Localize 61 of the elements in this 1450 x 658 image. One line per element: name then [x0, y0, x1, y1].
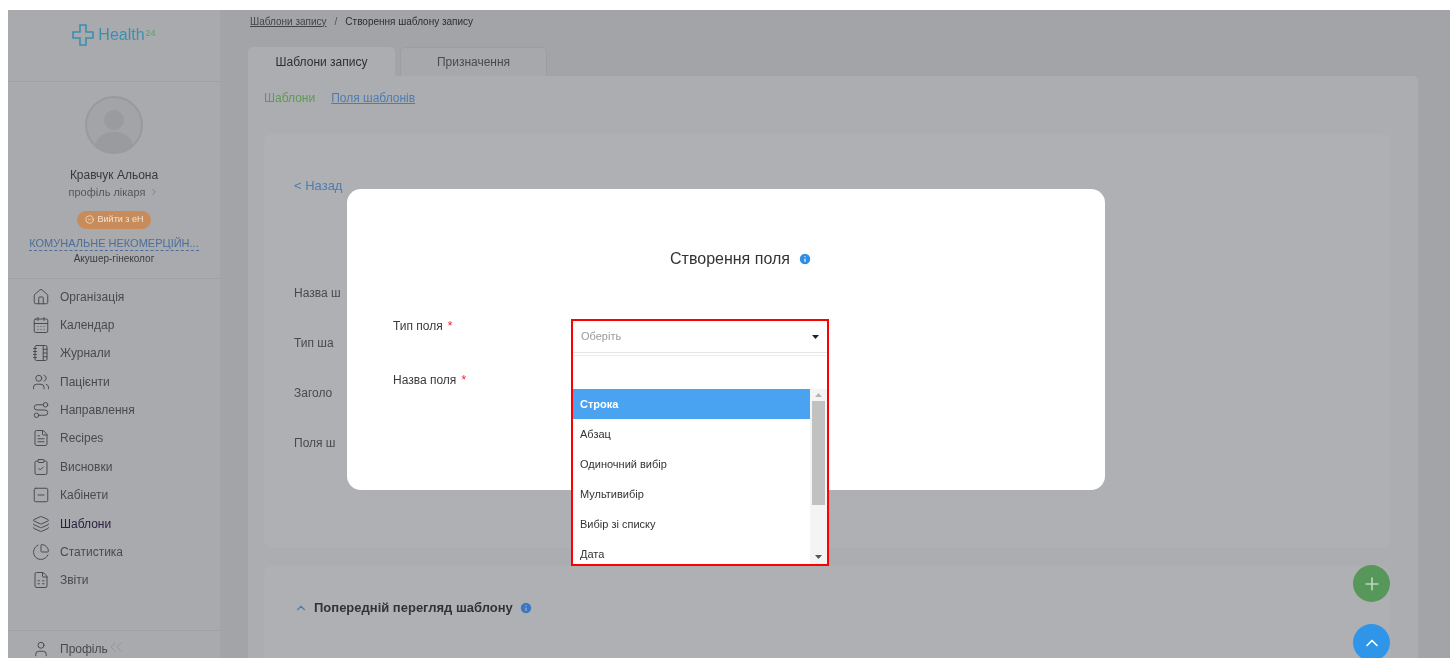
back-link[interactable]: < Назад — [294, 176, 343, 196]
required-mark: * — [461, 372, 467, 389]
dropdown-option[interactable]: Одиночний вибір — [573, 449, 810, 479]
nav-item[interactable]: Календар — [32, 314, 220, 335]
nav-item[interactable]: Recipes — [32, 428, 220, 449]
required-mark: * — [447, 318, 453, 335]
select-field[interactable]: Оберіть — [573, 321, 827, 353]
profile-name: Кравчук Альона — [69, 167, 159, 184]
nav-item[interactable]: Направлення — [32, 400, 220, 421]
dropdown-option[interactable]: Дата — [573, 539, 810, 569]
pie-chart-icon — [32, 543, 50, 561]
specialty: Акушер-гінеколог — [73, 251, 155, 266]
route-icon — [32, 401, 50, 420]
breadcrumb-current: Створення шаблону запису — [345, 14, 474, 29]
nav-item[interactable]: Статистика — [32, 542, 220, 562]
logo-cross-icon — [72, 24, 95, 46]
form-label: Назва ш — [294, 284, 341, 302]
dropdown-option[interactable]: Абзац — [573, 419, 810, 449]
nav-item[interactable]: Організація — [32, 286, 220, 307]
users-icon — [32, 372, 50, 391]
nav-item[interactable]: Пацієнти — [32, 371, 220, 392]
dropdown-option[interactable]: Мультивибір — [573, 479, 810, 509]
form-label: Тип ша — [294, 334, 334, 352]
nav-item[interactable]: Журнали — [32, 343, 220, 364]
tab[interactable]: Шаблони запису — [248, 47, 395, 76]
organization-link[interactable]: КОМУНАЛЬНЕ НЕКОМЕРЦІЙН... — [29, 236, 199, 251]
notebook-icon — [32, 344, 50, 363]
scroll-up-icon[interactable] — [815, 393, 822, 397]
tab[interactable]: Призначення — [400, 47, 547, 76]
nav-item[interactable]: Профіль — [32, 631, 108, 658]
nav-item[interactable]: Звіти — [32, 570, 220, 591]
logout-badge[interactable]: Вийти з еН — [76, 210, 152, 229]
form-label: Заголо — [294, 384, 333, 402]
preview-toggle[interactable]: Попередній перегляд шаблону — [294, 598, 513, 618]
dropdown-option[interactable]: Вибір зі списку — [573, 509, 810, 539]
breadcrumb-link[interactable]: Шаблони запису — [250, 13, 327, 29]
breadcrumb-separator: / — [334, 14, 338, 29]
caret-icon — [812, 334, 819, 339]
scrollbar[interactable] — [810, 389, 827, 564]
panel-icon — [32, 486, 50, 505]
calendar-icon — [32, 315, 50, 334]
dropdown-option[interactable]: Строка — [573, 389, 810, 419]
nav-item[interactable]: Висновки — [32, 456, 220, 477]
nav-item[interactable]: Шаблони — [32, 513, 220, 534]
profile-link[interactable]: профіль лікаря — [68, 184, 160, 201]
layers-icon — [32, 514, 50, 533]
scroll-down-icon[interactable] — [815, 555, 822, 559]
modal-title: Створення поля — [670, 249, 790, 269]
form-label: Поля ш — [294, 434, 336, 452]
report-icon — [32, 571, 50, 590]
document-icon — [32, 429, 50, 448]
field-label: Назва поля — [393, 372, 457, 389]
field-label: Тип поля — [393, 318, 443, 335]
logo-text: Health$^{24}$ — [98, 25, 156, 45]
info-icon — [797, 252, 812, 266]
clipboard-check-icon — [32, 457, 50, 476]
home-icon — [32, 287, 50, 306]
user-icon — [32, 639, 50, 658]
nav-item[interactable]: Кабінети — [32, 485, 220, 506]
check-icon — [84, 215, 94, 224]
info-icon — [518, 600, 533, 615]
